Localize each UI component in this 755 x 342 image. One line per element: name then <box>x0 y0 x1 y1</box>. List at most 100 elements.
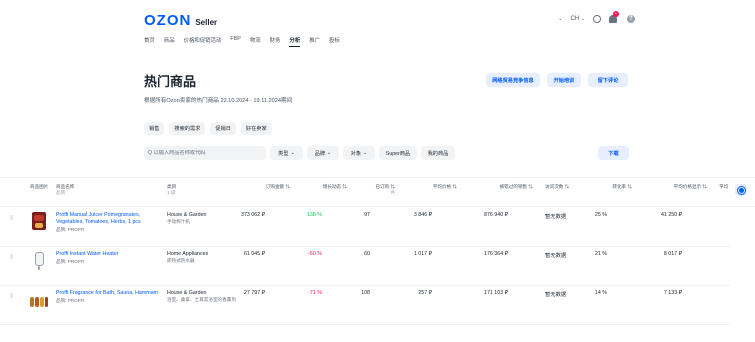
filter-type[interactable]: 类型 ⌄ <box>270 146 303 160</box>
search-input[interactable] <box>148 150 248 156</box>
chevron-down-icon: ⌄ <box>363 150 368 156</box>
order-amount: 373 062 ₽ <box>241 212 265 218</box>
growth-value: 138 % <box>306 212 322 218</box>
nav-promotion[interactable]: 推广 <box>309 36 320 47</box>
notification-count-badge: • <box>613 11 619 17</box>
product-category: Home Appliances 即热式热水器 <box>167 251 209 263</box>
nav-analytics[interactable]: 分析 <box>289 36 300 47</box>
ordered-count: 108 <box>361 290 370 296</box>
row-handle[interactable] <box>10 254 13 259</box>
filter-my-products[interactable]: 我的商品 <box>421 146 455 160</box>
filter-object[interactable]: 对象 ⌄ <box>343 146 375 160</box>
average-price: 257 ₽ <box>418 290 432 296</box>
page-subtitle: 根据所有Ozon卖家的热门商品 22.10.2024 - 19.11.2024期… <box>144 98 293 104</box>
table-header: 商品图片 商品名称 品牌 类目 1 级 订购金额 ⇅ 增长动态 ⇅ 已订购 ⇅ 件 平… <box>0 177 755 207</box>
column-header-ordered[interactable]: 已订购 ⇅ 件 <box>375 184 395 195</box>
column-header-avg-extra[interactable]: 平均 <box>719 184 728 190</box>
avg-shown-price: 7 133 ₽ <box>663 290 682 296</box>
column-header-image: 商品图片 <box>30 184 49 189</box>
logo-wordmark: OZON <box>144 12 192 29</box>
product-category: House & Garden 手动榨汁机 <box>167 212 207 224</box>
avg-shown-price: 41 250 ₽ <box>660 212 682 218</box>
account-icon[interactable] <box>593 14 601 23</box>
product-name-link[interactable]: Proffi Instant Water Heater 品牌: PROFFI <box>56 251 162 265</box>
competitive-info-button[interactable]: 网络贸易竞争信息 <box>486 73 540 87</box>
product-brand: 品牌: PROFFI <box>56 258 85 264</box>
column-header-missed-sales[interactable]: 被错过的销售 ⇅ <box>500 184 533 190</box>
help-icon[interactable]: ? <box>627 14 635 23</box>
missed-sales: 171 103 ₽ <box>484 290 508 296</box>
table-row[interactable]: Proffi Manual Juicer Pomegranates, Veget… <box>0 209 730 247</box>
missed-sales: 876 940 ₽ <box>484 212 508 218</box>
column-header-category[interactable]: 类目 1 级 <box>167 184 176 195</box>
visits-value: 暂无数据 <box>545 292 567 298</box>
page-title: 热门商品 <box>144 74 197 89</box>
country-label: CH <box>570 15 580 22</box>
product-image-water-heater[interactable] <box>30 250 48 270</box>
conversion-value: 25 % <box>594 212 607 218</box>
gear-icon <box>738 187 744 193</box>
notifications-button[interactable]: • <box>609 11 619 23</box>
ozon-seller-logo[interactable]: OZON Seller <box>144 12 217 29</box>
missed-sales: 176 364 ₽ <box>484 251 508 257</box>
header-utilities: ⌄ CH ⌄ • ? <box>558 11 635 23</box>
column-header-avg-shown[interactable]: 平均价格显示 ⇅ <box>674 184 707 190</box>
visits-value: 暂无数据 <box>545 214 567 220</box>
filter-super-products[interactable]: Super商品 <box>379 146 417 160</box>
download-button[interactable]: 下载 <box>598 146 629 160</box>
average-price: 3 846 ₽ <box>413 212 432 218</box>
product-image-fragrance[interactable] <box>30 289 48 309</box>
chevron-down-icon: ⌄ <box>290 150 295 156</box>
logo-subtitle: Seller <box>195 18 218 27</box>
tab-bar: 销售 搜索的需求 促销日 好在卖家 <box>144 122 272 135</box>
tab-search-demand[interactable]: 搜索的需求 <box>169 122 206 135</box>
filter-type-label: 类型 <box>278 150 289 157</box>
search-box[interactable] <box>144 146 266 160</box>
order-amount: 61 045 ₽ <box>243 251 265 257</box>
column-header-name[interactable]: 商品名称 品牌 <box>56 184 74 195</box>
table-row[interactable]: Proffi Fragrance for Bath, Sauna, Hammam… <box>0 287 730 325</box>
nav-logistics[interactable]: 物流 <box>250 36 261 47</box>
product-brand: 品牌: PROFFI <box>56 297 85 303</box>
growth-value: -71 % <box>308 290 322 296</box>
row-handle[interactable] <box>10 293 13 298</box>
filter-bar: 类型⌄ 品牌⌄ 对象⌄ Super商品 我的商品 下载 <box>144 146 629 160</box>
nav-fbp[interactable]: FBP <box>230 36 240 47</box>
product-name-link[interactable]: Proffi Fragrance for Bath, Sauna, Hammam… <box>56 290 162 304</box>
chevron-down-icon: ⌄ <box>327 150 332 156</box>
growth-value: -60 % <box>308 251 322 257</box>
order-amount: 27 797 ₽ <box>243 290 265 296</box>
column-header-order-amount[interactable]: 订购金额 ⇅ <box>266 184 290 190</box>
nav-prices-promotions[interactable]: 价格和促销活动 <box>184 36 222 47</box>
ordered-count: 60 <box>364 251 370 257</box>
ordered-count: 97 <box>364 212 370 218</box>
product-name-link[interactable]: Proffi Manual Juicer Pomegranates, Veget… <box>56 212 162 233</box>
conversion-value: 21 % <box>594 251 607 257</box>
row-handle[interactable] <box>10 215 13 220</box>
table-row[interactable]: Proffi Instant Water Heater 品牌: PROFFI H… <box>0 248 730 286</box>
nav-home[interactable]: 首页 <box>144 36 155 47</box>
filter-brand[interactable]: 品牌 ⌄ <box>307 146 339 160</box>
visits-value: 暂无数据 <box>545 253 567 259</box>
column-header-growth[interactable]: 增长动态 ⇅ <box>323 184 347 190</box>
column-header-conversion[interactable]: 转化率 ⇅ <box>612 184 632 190</box>
start-training-button[interactable]: 开始培训 <box>547 73 581 87</box>
column-header-avg-price[interactable]: 平均价格 ⇅ <box>433 184 457 190</box>
column-header-visits[interactable]: 访问次数 ⇅ <box>545 184 569 190</box>
tab-promo-days[interactable]: 促销日 <box>210 122 236 135</box>
product-brand: 品牌: PROFFI <box>56 226 85 232</box>
country-selector[interactable]: CH ⌄ <box>570 16 585 22</box>
tab-sales[interactable]: 销售 <box>144 122 165 135</box>
chevron-down-icon[interactable]: ⌄ <box>558 16 562 22</box>
conversion-value: 14 % <box>594 290 607 296</box>
nav-finance[interactable]: 财务 <box>270 36 281 47</box>
leave-review-button[interactable]: 留下评论 <box>588 73 628 87</box>
product-category: House & Garden 浴室、桑拿、土耳其浴室的香薰剂 <box>167 290 236 302</box>
filter-brand-label: 品牌 <box>314 150 326 157</box>
table-settings-button[interactable] <box>735 184 747 196</box>
tab-good-sellers[interactable]: 好在卖家 <box>240 122 272 135</box>
product-image-juicer[interactable] <box>30 211 48 231</box>
top-navigation: 首页 商品 价格和促销活动 FBP 物流 财务 分析 推广 投标 <box>144 36 340 47</box>
nav-products[interactable]: 商品 <box>164 36 175 47</box>
nav-bids[interactable]: 投标 <box>329 36 340 47</box>
